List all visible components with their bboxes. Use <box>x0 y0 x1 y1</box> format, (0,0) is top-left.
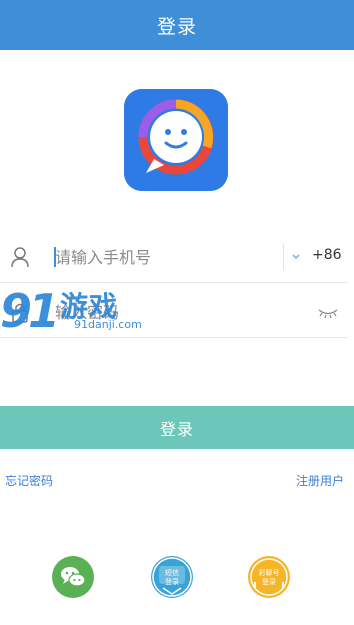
chevron-down-icon[interactable] <box>291 253 301 261</box>
caiyou-label-line2: 登录 <box>262 577 276 586</box>
caiyou-login-button[interactable]: 彩聊号 登录 <box>248 556 290 598</box>
svg-text:1: 1 <box>28 284 60 335</box>
sms-login-button[interactable]: 短信 登录 <box>151 556 193 598</box>
register-link[interactable]: 注册用户 <box>296 472 344 489</box>
caiyou-icon: 彩聊号 登录 <box>250 558 288 596</box>
wechat-login-button[interactable] <box>52 556 94 598</box>
caiyou-label-line1: 彩聊号 <box>259 568 280 577</box>
forgot-password-link[interactable]: 忘记密码 <box>5 472 53 489</box>
watermark: 9 1 游戏 91danji.com <box>0 283 142 341</box>
watermark-domain: 91danji.com <box>74 318 142 331</box>
phone-row: +86 <box>0 232 348 283</box>
app-logo-icon <box>124 89 228 191</box>
app-logo <box>124 89 228 191</box>
watermark-logo: 9 1 <box>0 284 60 335</box>
eye-closed-icon[interactable] <box>318 308 338 318</box>
login-button[interactable]: 登录 <box>0 406 354 449</box>
user-icon <box>11 247 29 268</box>
divider <box>283 244 284 270</box>
login-button-label: 登录 <box>159 419 194 439</box>
country-code[interactable]: +86 <box>312 247 342 263</box>
sms-label-line1: 短信 <box>165 568 179 577</box>
sms-label-line2: 登录 <box>165 577 179 586</box>
page-header: 登录 <box>0 0 354 50</box>
wechat-icon <box>61 567 86 587</box>
page-title: 登录 <box>156 15 197 38</box>
sms-icon: 短信 登录 <box>152 557 192 597</box>
phone-input[interactable] <box>55 244 275 270</box>
